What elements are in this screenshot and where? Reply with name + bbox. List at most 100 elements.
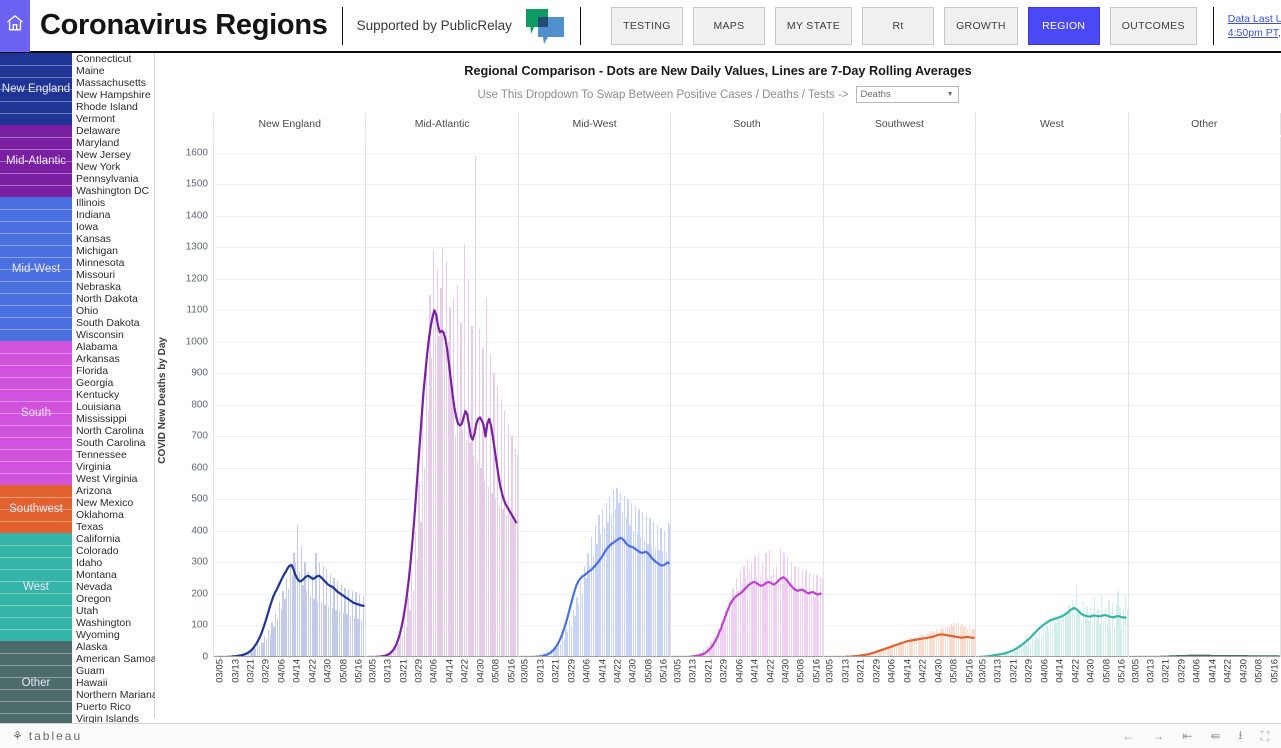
region-swatch[interactable]: Other <box>0 641 72 725</box>
state-row[interactable]: Arkansas <box>72 353 154 365</box>
x-axis-tick: 04/30 <box>628 659 639 683</box>
state-row[interactable]: Delaware <box>72 125 154 137</box>
region-group-southwest[interactable]: SouthwestArizonaNew MexicoOklahomaTexas <box>0 485 154 533</box>
state-row[interactable]: Guam <box>72 665 163 677</box>
state-row[interactable]: Connecticut <box>72 53 154 65</box>
state-row[interactable]: North Carolina <box>72 425 154 437</box>
state-row[interactable]: Montana <box>72 569 154 581</box>
state-row[interactable]: Michigan <box>72 245 154 257</box>
state-row[interactable]: Virginia <box>72 461 154 473</box>
state-row[interactable]: Utah <box>72 605 154 617</box>
state-row[interactable]: New Mexico <box>72 497 154 509</box>
state-row[interactable]: Maryland <box>72 137 154 149</box>
state-row[interactable]: South Dakota <box>72 317 154 329</box>
data-last-updated-link[interactable]: Data Last Updated: 4:50pm PT, 5/23 <box>1228 12 1281 40</box>
swatch-row-divider <box>0 713 72 714</box>
state-row[interactable]: Washington DC <box>72 185 154 197</box>
home-button[interactable] <box>0 0 30 52</box>
chart-panel-mid-atlantic[interactable] <box>365 137 517 657</box>
fullscreen-icon[interactable]: ⛶ <box>1261 729 1269 744</box>
measure-dropdown[interactable]: Deaths ▼ <box>856 86 959 103</box>
region-group-new-england[interactable]: New EnglandConnecticutMaineMassachusetts… <box>0 53 154 125</box>
x-axis-tick: 04/30 <box>933 659 944 683</box>
state-row[interactable]: Minnesota <box>72 257 154 269</box>
state-row[interactable]: Iowa <box>72 221 154 233</box>
state-row[interactable]: American Samoa <box>72 653 163 665</box>
measure-dropdown-value: Deaths <box>861 89 891 100</box>
region-swatch[interactable]: South <box>0 341 72 485</box>
state-row[interactable]: Kansas <box>72 233 154 245</box>
chart-panel-west[interactable] <box>975 137 1127 657</box>
nav-button-maps[interactable]: MAPS <box>693 7 765 45</box>
region-group-south[interactable]: SouthAlabamaArkansasFloridaGeorgiaKentuc… <box>0 341 154 485</box>
state-row[interactable]: Wisconsin <box>72 329 154 341</box>
rolling-average-line <box>824 137 975 657</box>
state-row[interactable]: South Carolina <box>72 437 154 449</box>
chart-panel-southwest[interactable] <box>823 137 975 657</box>
region-swatch[interactable]: New England <box>0 53 72 125</box>
region-swatch[interactable]: Mid-West <box>0 197 72 341</box>
nav-button-region[interactable]: REGION <box>1028 7 1100 45</box>
chart-panel-new-england[interactable] <box>213 137 365 657</box>
state-row[interactable]: Vermont <box>72 113 154 125</box>
revert-icon[interactable]: ⇤ <box>1182 729 1192 743</box>
state-row[interactable]: Indiana <box>72 209 154 221</box>
state-row[interactable]: Massachusetts <box>72 77 154 89</box>
state-row[interactable]: Colorado <box>72 545 154 557</box>
region-group-other[interactable]: OtherAlaskaAmerican SamoaGuamHawaiiNorth… <box>0 641 154 725</box>
state-row[interactable]: Puerto Rico <box>72 701 163 713</box>
state-row[interactable]: Northern Marianas <box>72 689 163 701</box>
state-row[interactable]: New Hampshire <box>72 89 154 101</box>
state-row[interactable]: Alabama <box>72 341 154 353</box>
nav-button-rt[interactable]: Rt <box>862 7 934 45</box>
x-axis-panel: 03/0503/1303/2103/2904/0604/1404/2204/30… <box>213 657 366 705</box>
state-row[interactable]: Mississippi <box>72 413 154 425</box>
state-row[interactable]: Nebraska <box>72 281 154 293</box>
share-icon[interactable]: ⇚ <box>1210 729 1220 743</box>
state-row[interactable]: Kentucky <box>72 389 154 401</box>
region-group-mid-atlantic[interactable]: Mid-AtlanticDelawareMarylandNew JerseyNe… <box>0 125 154 197</box>
state-row[interactable]: Washington <box>72 617 154 629</box>
state-row[interactable]: Idaho <box>72 557 154 569</box>
state-row[interactable]: Oklahoma <box>72 509 154 521</box>
state-row[interactable]: Georgia <box>72 377 154 389</box>
state-row[interactable]: Oregon <box>72 593 154 605</box>
region-group-west[interactable]: WestCaliforniaColoradoIdahoMontanaNevada… <box>0 533 154 641</box>
state-row[interactable]: New Jersey <box>72 149 154 161</box>
state-row[interactable]: Ohio <box>72 305 154 317</box>
region-swatch[interactable]: West <box>0 533 72 641</box>
state-row[interactable]: California <box>72 533 154 545</box>
state-row[interactable]: Louisiana <box>72 401 154 413</box>
state-row[interactable]: Florida <box>72 365 154 377</box>
state-row[interactable]: Illinois <box>72 197 154 209</box>
nav-button-testing[interactable]: TESTING <box>611 7 683 45</box>
state-row[interactable]: Texas <box>72 521 154 533</box>
chart-panel-other[interactable] <box>1128 137 1281 657</box>
state-row[interactable]: Rhode Island <box>72 101 154 113</box>
state-row[interactable]: Nevada <box>72 581 154 593</box>
state-row[interactable]: Arizona <box>72 485 154 497</box>
state-row[interactable]: Alaska <box>72 641 163 653</box>
chart-panel-south[interactable] <box>670 137 822 657</box>
tableau-brand[interactable]: ⚘ tableau <box>12 729 82 743</box>
state-row[interactable]: West Virginia <box>72 473 154 485</box>
region-group-mid-west[interactable]: Mid-WestIllinoisIndianaIowaKansasMichiga… <box>0 197 154 341</box>
forward-icon[interactable]: → <box>1152 729 1164 743</box>
nav-button-growth[interactable]: GROWTH <box>944 7 1018 45</box>
state-row[interactable]: Wyoming <box>72 629 154 641</box>
state-row[interactable]: New York <box>72 161 154 173</box>
state-row[interactable]: Hawaii <box>72 677 163 689</box>
x-axis-panel: 03/0503/1303/2103/2904/0604/1404/2204/30… <box>518 657 671 705</box>
state-row[interactable]: Missouri <box>72 269 154 281</box>
region-swatch[interactable]: Mid-Atlantic <box>0 125 72 197</box>
download-icon[interactable]: ⭳ <box>1238 726 1242 747</box>
state-row[interactable]: Maine <box>72 65 154 77</box>
back-icon[interactable]: ← <box>1122 729 1134 743</box>
state-row[interactable]: Pennsylvania <box>72 173 154 185</box>
nav-button-outcomes[interactable]: OUTCOMES <box>1110 7 1197 45</box>
region-swatch[interactable]: Southwest <box>0 485 72 533</box>
nav-button-my-state[interactable]: MY STATE <box>775 7 852 45</box>
state-row[interactable]: Tennessee <box>72 449 154 461</box>
state-row[interactable]: North Dakota <box>72 293 154 305</box>
chart-panel-mid-west[interactable] <box>518 137 670 657</box>
